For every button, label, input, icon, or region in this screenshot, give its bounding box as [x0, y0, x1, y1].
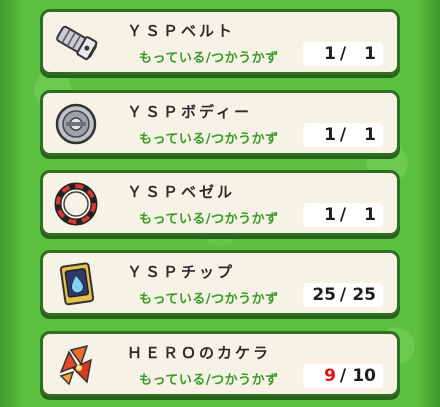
item-name: ＹＳＰベルト [127, 22, 236, 40]
needed-count: 10 [352, 366, 376, 386]
owned-count: 1 [324, 44, 336, 64]
needed-count: 1 [364, 44, 376, 64]
right-edge-shade [416, 0, 440, 407]
left-edge-shade [0, 0, 24, 407]
hero-fragment-icon [53, 342, 99, 388]
body-disc-icon [53, 101, 99, 147]
count-separator: / [339, 366, 347, 386]
owned-needed-label: もっている/つかうかず [139, 132, 279, 147]
count-display: 25 / 25 [303, 283, 383, 307]
count-separator: / [339, 205, 347, 225]
owned-needed-label: もっている/つかうかず [139, 292, 279, 307]
material-card-belt[interactable]: ＹＳＰベルト もっている/つかうかず 1 / 1 [40, 9, 400, 75]
count-display: 1 / 1 [303, 123, 383, 147]
owned-count: 1 [324, 125, 336, 145]
count-separator: / [339, 285, 347, 305]
material-card-bezel[interactable]: ＹＳＰベゼル もっている/つかうかず 1 / 1 [40, 170, 400, 236]
owned-count: 1 [324, 205, 336, 225]
owned-needed-label: もっている/つかうかず [139, 373, 279, 388]
item-name: ＹＳＰチップ [127, 263, 236, 281]
count-display: 1 / 1 [303, 203, 383, 227]
count-separator: / [339, 44, 347, 64]
count-display: 9 / 10 [303, 364, 383, 388]
belt-icon [53, 20, 99, 66]
count-separator: / [339, 125, 347, 145]
needed-count: 1 [364, 125, 376, 145]
material-card-hero-fragment[interactable]: ＨＥＲＯのカケラ もっている/つかうかず 9 / 10 [40, 331, 400, 397]
chip-card-icon [53, 261, 99, 307]
material-card-body[interactable]: ＹＳＰボディー もっている/つかうかず 1 / 1 [40, 90, 400, 156]
item-name: ＹＳＰベゼル [127, 183, 236, 201]
material-card-chip[interactable]: ＹＳＰチップ もっている/つかうかず 25 / 25 [40, 250, 400, 316]
owned-needed-label: もっている/つかうかず [139, 51, 279, 66]
needed-count: 1 [364, 205, 376, 225]
item-name: ＹＳＰボディー [127, 103, 252, 121]
owned-needed-label: もっている/つかうかず [139, 212, 279, 227]
owned-count: 25 [312, 285, 336, 305]
needed-count: 25 [352, 285, 376, 305]
item-name: ＨＥＲＯのカケラ [127, 344, 272, 362]
owned-count: 9 [324, 366, 336, 386]
bezel-ring-icon [53, 181, 99, 227]
count-display: 1 / 1 [303, 42, 383, 66]
